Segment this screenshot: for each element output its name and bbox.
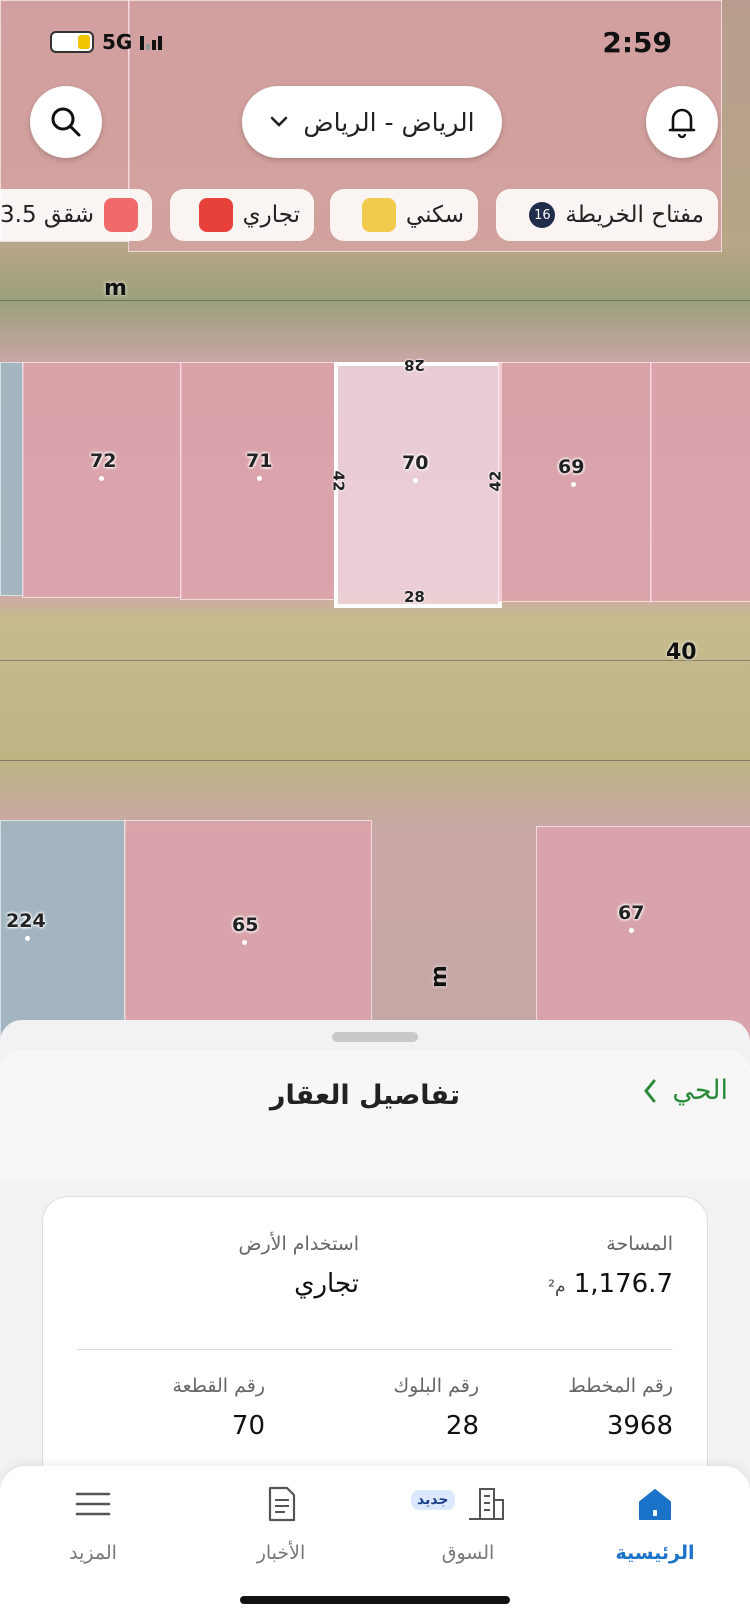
legend-swatch xyxy=(198,198,233,232)
sheet-header xyxy=(0,1050,750,1180)
block-value: 28 xyxy=(445,1411,479,1441)
parcel-dot xyxy=(571,482,576,487)
parcel-dot xyxy=(99,476,104,481)
status-bar: 5G 2:59 xyxy=(0,0,750,80)
legend-residential[interactable]: سكني xyxy=(330,189,478,241)
home-icon xyxy=(639,1489,671,1520)
tab-label: الأخبار xyxy=(256,1542,306,1564)
network-type: 5G xyxy=(102,30,133,54)
road-line xyxy=(0,760,750,761)
legend-commercial[interactable]: تجاري xyxy=(170,189,314,241)
chevron-down-icon xyxy=(271,116,288,127)
parcel-number: 224 xyxy=(6,910,46,932)
bell-icon xyxy=(668,108,696,139)
land-use-value: تجاري xyxy=(294,1269,359,1299)
chevron-left-icon xyxy=(644,1079,656,1102)
legend-apartments[interactable]: شقق 3.5 xyxy=(0,189,152,241)
dimension-label: 28 xyxy=(404,356,425,374)
parcel-number: 69 xyxy=(558,456,585,478)
area-field: المساحة 1,176.7 م² xyxy=(548,1233,673,1299)
area-label: المساحة xyxy=(606,1233,673,1255)
clock: 2:59 xyxy=(602,26,672,59)
tab-news[interactable]: الأخبار xyxy=(216,1480,346,1564)
city-name: الرياض - الرياض xyxy=(303,107,475,137)
notifications-button[interactable] xyxy=(646,86,718,158)
news-icon xyxy=(268,1486,296,1522)
legend-swatch xyxy=(104,198,138,232)
sheet-title: تفاصيل العقار xyxy=(269,1080,460,1111)
neighborhood-label: الحي xyxy=(672,1075,728,1106)
map-key-bar: مفتاح الخريطة 16 سكني تجاري شقق 3.5 xyxy=(0,189,750,241)
block-field: رقم البلوك 28 xyxy=(393,1375,479,1441)
area-unit: م² xyxy=(548,1277,566,1297)
plot-value: 70 xyxy=(231,1411,265,1441)
parcel-number: 65 xyxy=(232,914,259,936)
dimension-label: 42 xyxy=(486,470,505,492)
parcel-area[interactable] xyxy=(0,362,24,596)
plan-value: 3968 xyxy=(606,1411,673,1441)
road-line xyxy=(0,660,750,661)
home-indicator xyxy=(240,1596,510,1604)
divider xyxy=(77,1349,673,1350)
plan-field: رقم المخطط 3968 xyxy=(568,1375,673,1441)
parcel-dot xyxy=(629,928,634,933)
map-key-chip[interactable]: مفتاح الخريطة 16 xyxy=(496,189,718,241)
city-selector[interactable]: الرياض - الرياض xyxy=(242,86,502,158)
parcel-number: 67 xyxy=(618,902,645,924)
land-use-label: استخدام الأرض xyxy=(238,1233,359,1255)
tab-label: الرئيسية xyxy=(615,1542,695,1564)
parcel-dot xyxy=(242,940,247,945)
parcel-70-selected[interactable] xyxy=(334,362,502,608)
battery-icon xyxy=(50,31,94,53)
new-badge: جديد xyxy=(411,1490,455,1510)
tab-label: السوق xyxy=(441,1542,495,1564)
parcel-71[interactable] xyxy=(180,362,336,600)
legend-label: شقق 3.5 xyxy=(0,202,94,228)
parcel-area[interactable] xyxy=(650,362,750,602)
parcel-dot xyxy=(25,936,30,941)
tab-more[interactable]: المزيد xyxy=(28,1480,158,1564)
search-icon xyxy=(51,107,81,137)
parcel-number: 72 xyxy=(90,450,117,472)
tab-home[interactable]: الرئيسية xyxy=(590,1480,720,1564)
parcel-number: 70 xyxy=(402,452,429,474)
road-width-label: 40 xyxy=(666,640,697,665)
plan-label: رقم المخطط xyxy=(568,1375,673,1397)
tab-market[interactable]: جديد السوق xyxy=(403,1480,533,1564)
network-indicator: 5G xyxy=(50,30,163,54)
legend-label: تجاري xyxy=(242,202,300,228)
map-key-label: مفتاح الخريطة xyxy=(565,202,704,228)
tab-label: المزيد xyxy=(69,1542,117,1564)
area-value: 1,176.7 م² xyxy=(548,1269,673,1299)
dimension-label: 42 xyxy=(329,470,348,492)
parcel-number: 71 xyxy=(246,450,273,472)
land-use-field: استخدام الأرض تجاري xyxy=(238,1233,359,1299)
legend-swatch xyxy=(361,198,396,232)
dimension-label: 28 xyxy=(404,588,425,606)
search-button[interactable] xyxy=(30,86,102,158)
area-number: 1,176.7 xyxy=(573,1269,673,1299)
legend-label: سكني xyxy=(405,202,464,228)
block-label: رقم البلوك xyxy=(393,1375,479,1397)
road-label: m xyxy=(426,965,452,988)
parcel-dot xyxy=(257,476,262,481)
neighborhood-link[interactable]: الحي xyxy=(642,1075,728,1106)
signal-icon xyxy=(140,34,163,50)
parcel-dot xyxy=(413,478,418,483)
plot-field: رقم القطعة 70 xyxy=(172,1375,265,1441)
buildings-icon xyxy=(469,1488,504,1520)
parcel-67[interactable] xyxy=(536,826,750,1040)
map-key-count: 16 xyxy=(529,202,556,228)
plot-label: رقم القطعة xyxy=(172,1375,265,1397)
drag-handle[interactable] xyxy=(332,1032,418,1042)
menu-icon xyxy=(75,1492,111,1516)
road-label: m xyxy=(104,276,127,301)
